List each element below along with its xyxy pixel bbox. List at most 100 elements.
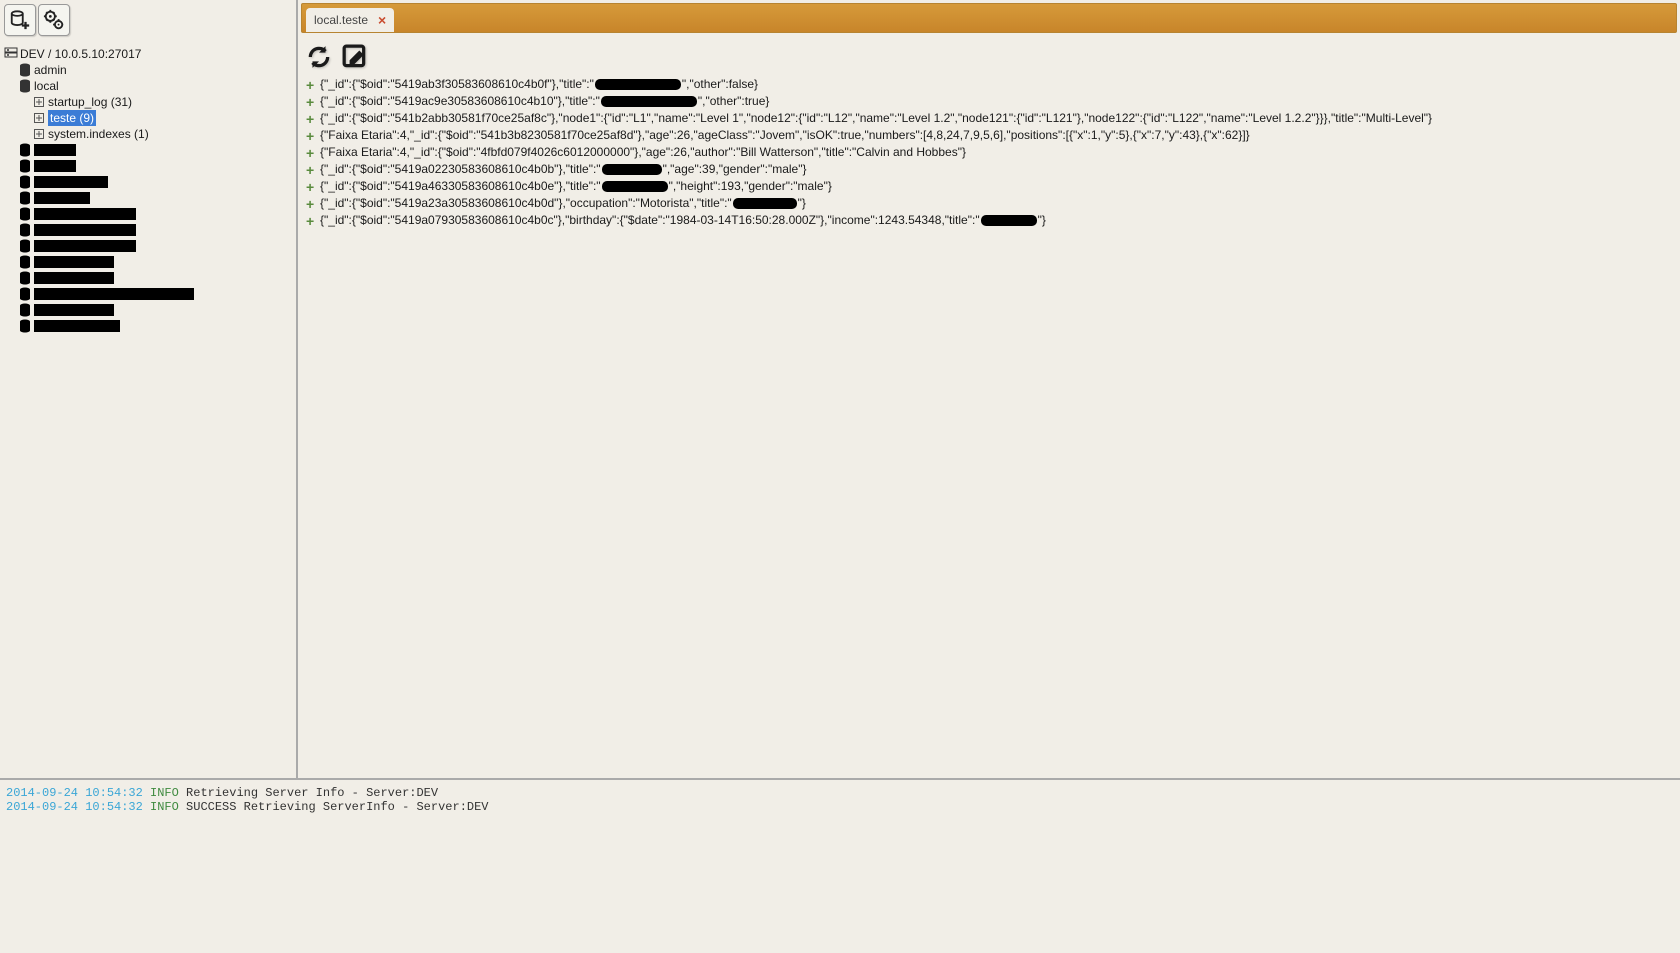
- redacted-label: [34, 272, 114, 284]
- settings-button[interactable]: [38, 4, 70, 36]
- sidebar: DEV / 10.0.5.10:27017 admin local: [0, 0, 298, 778]
- tree-db-node-redacted[interactable]: [4, 286, 292, 302]
- expand-icon[interactable]: +: [306, 199, 316, 209]
- tab-bar: local.teste ×: [301, 3, 1677, 33]
- expand-icon: [32, 111, 46, 125]
- document-row[interactable]: +{"Faixa Etaria":4,"_id":{"$oid":"4fbfd0…: [306, 144, 1672, 161]
- document-row[interactable]: + {"_id":{"$oid":"5419ab3f30583608610c4b0…: [306, 76, 1672, 93]
- sidebar-toolbar: [0, 0, 296, 40]
- database-icon: [18, 159, 32, 173]
- log-timestamp: 2014-09-24 10:54:32: [6, 800, 143, 814]
- tree-db-node-redacted[interactable]: [4, 206, 292, 222]
- document-row[interactable]: + {"_id":{"$oid":"5419a02230583608610c4b0…: [306, 161, 1672, 178]
- database-icon: [18, 255, 32, 269]
- redacted-label: [34, 240, 136, 252]
- document-row[interactable]: +{"_id":{"$oid":"5419a23a30583608610c4b0…: [306, 195, 1672, 212]
- tab-label: local.teste: [314, 13, 368, 27]
- redacted-value: [733, 198, 797, 209]
- database-icon: [18, 239, 32, 253]
- document-text: "}: [798, 195, 806, 212]
- document-text: ","other":true}: [698, 93, 769, 110]
- database-icon: [18, 271, 32, 285]
- database-icon: [18, 63, 32, 77]
- redacted-label: [34, 176, 108, 188]
- document-row[interactable]: +{"_id":{"$oid":"5419a07930583608610c4b0…: [306, 212, 1672, 229]
- tree-db-node-redacted[interactable]: [4, 190, 292, 206]
- database-icon: [18, 319, 32, 333]
- edit-button[interactable]: [340, 42, 370, 72]
- document-row[interactable]: + {"Faixa Etaria":4,"_id":{"$oid":"541b3b…: [306, 127, 1672, 144]
- log-line: 2014-09-24 10:54:32 INFO SUCCESS Retriev…: [6, 800, 1674, 814]
- content-area: local.teste × + {"_id":{"$oid":"5419ab3f3…: [298, 0, 1680, 778]
- tree-db-node-redacted[interactable]: [4, 318, 292, 334]
- log-timestamp: 2014-09-24 10:54:32: [6, 786, 143, 800]
- redacted-value: [602, 164, 662, 175]
- log-line: 2014-09-24 10:54:32 INFO Retrieving Serv…: [6, 786, 1674, 800]
- document-row[interactable]: +{"_id":{"$oid":"541b2abb30581f70ce25af8…: [306, 110, 1672, 127]
- document-row[interactable]: + {"_id":{"$oid":"5419ac9e30583608610c4b1…: [306, 93, 1672, 110]
- redacted-label: [34, 192, 90, 204]
- redacted-value: [981, 215, 1037, 226]
- expand-icon[interactable]: +: [306, 131, 316, 141]
- expand-icon[interactable]: +: [306, 182, 316, 192]
- redacted-label: [34, 224, 136, 236]
- tree-collection-node[interactable]: system.indexes (1): [4, 126, 292, 142]
- tree-server-node[interactable]: DEV / 10.0.5.10:27017: [4, 46, 292, 62]
- tree-collection-node[interactable]: startup_log (31): [4, 94, 292, 110]
- tree-db-node-redacted[interactable]: [4, 302, 292, 318]
- connection-tree: DEV / 10.0.5.10:27017 admin local: [0, 40, 296, 778]
- expand-icon[interactable]: +: [306, 148, 316, 158]
- expand-icon: [32, 95, 46, 109]
- db-label: local: [34, 78, 59, 94]
- redacted-label: [34, 304, 114, 316]
- redacted-value: [595, 79, 681, 90]
- tree-db-node-redacted[interactable]: [4, 174, 292, 190]
- document-row[interactable]: + {"_id":{"$oid":"5419a46330583608610c4b0…: [306, 178, 1672, 195]
- tab[interactable]: local.teste ×: [306, 8, 394, 32]
- database-icon: [18, 191, 32, 205]
- database-icon: [18, 287, 32, 301]
- expand-icon[interactable]: +: [306, 80, 316, 90]
- document-text: {"_id":{"$oid":"5419a02230583608610c4b0b…: [320, 161, 601, 178]
- tab-close-icon[interactable]: ×: [378, 12, 386, 28]
- database-icon: [18, 207, 32, 221]
- tree-collection-node[interactable]: teste (9): [4, 110, 292, 126]
- log-level: INFO: [150, 800, 179, 814]
- document-text: {"_id":{"$oid":"5419ab3f30583608610c4b0f…: [320, 76, 594, 93]
- document-text: {"_id":{"$oid":"5419a46330583608610c4b0e…: [320, 178, 601, 195]
- refresh-button[interactable]: [304, 42, 334, 72]
- tree-db-node-redacted[interactable]: [4, 142, 292, 158]
- tree-db-node[interactable]: local: [4, 78, 292, 94]
- database-icon: [18, 143, 32, 157]
- log-message: SUCCESS Retrieving ServerInfo - Server:D…: [186, 800, 488, 814]
- database-icon: [18, 79, 32, 93]
- document-text: {"_id":{"$oid":"5419ac9e30583608610c4b10…: [320, 93, 600, 110]
- redacted-label: [34, 208, 136, 220]
- expand-icon[interactable]: +: [306, 97, 316, 107]
- tree-db-node[interactable]: admin: [4, 62, 292, 78]
- tree-db-node-redacted[interactable]: [4, 222, 292, 238]
- db-label: admin: [34, 62, 67, 78]
- log-level: INFO: [150, 786, 179, 800]
- server-icon: [4, 47, 18, 61]
- new-connection-button[interactable]: [4, 4, 36, 36]
- document-text: {"Faixa Etaria":4,"_id":{"$oid":"541b3b8…: [320, 127, 1250, 144]
- redacted-label: [34, 320, 120, 332]
- redacted-label: [34, 256, 114, 268]
- expand-icon[interactable]: +: [306, 114, 316, 124]
- redacted-value: [601, 96, 697, 107]
- document-text: "}: [1038, 212, 1046, 229]
- tree-db-node-redacted[interactable]: [4, 238, 292, 254]
- database-icon: [18, 303, 32, 317]
- log-message: Retrieving Server Info - Server:DEV: [186, 786, 438, 800]
- document-list: + {"_id":{"$oid":"5419ab3f30583608610c4b0…: [298, 74, 1680, 237]
- collection-label: startup_log (31): [48, 94, 132, 110]
- expand-icon[interactable]: +: [306, 165, 316, 175]
- collection-label: teste (9): [48, 110, 96, 126]
- collection-label: system.indexes (1): [48, 126, 149, 142]
- tree-db-node-redacted[interactable]: [4, 254, 292, 270]
- tree-db-node-redacted[interactable]: [4, 270, 292, 286]
- expand-icon[interactable]: +: [306, 216, 316, 226]
- document-toolbar: [298, 36, 1680, 74]
- tree-db-node-redacted[interactable]: [4, 158, 292, 174]
